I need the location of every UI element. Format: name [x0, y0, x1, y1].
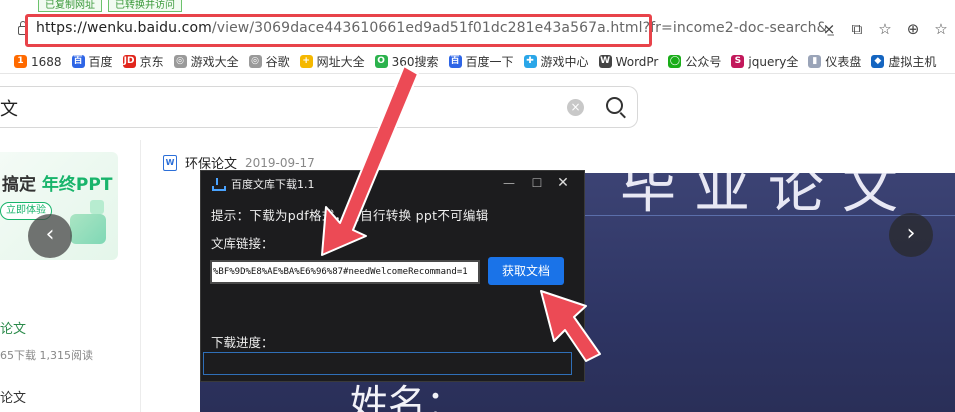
link-label: 文库链接： — [211, 236, 274, 251]
bookmark-label: 1688 — [31, 54, 62, 69]
clear-icon[interactable]: × — [567, 99, 584, 116]
hao123-icon: + — [299, 55, 313, 68]
extension-icon[interactable]: ⊕ — [905, 20, 921, 38]
downloader-window: 百度文库下载1.1 — ☐ ✕ 提示：下载为pdf格式，请自行转换 ppt不可编… — [200, 170, 585, 382]
ad-title-b: 年终PPT — [41, 175, 113, 195]
bookmark-label: WordPr — [615, 54, 659, 69]
minimize-icon[interactable]: — — [501, 175, 517, 191]
url-host: https://wenku.baidu.com — [36, 20, 212, 36]
get-document-button[interactable]: 获取文档 — [488, 257, 564, 285]
carousel-next-button[interactable]: › — [889, 213, 933, 257]
bookmark-item[interactable]: 1 1688 — [14, 55, 62, 69]
dashboard-icon: ▮ — [808, 55, 822, 68]
1688-icon: 1 — [14, 55, 27, 68]
lock-icon[interactable] — [18, 21, 27, 35]
bookmark-label: 360搜索 — [391, 55, 439, 69]
bookmark-label: 谷歌 — [265, 55, 290, 69]
bookmark-item[interactable]: + 网址大全 — [299, 53, 365, 70]
ad-decoration-small — [90, 200, 104, 214]
bookmark-item[interactable]: ◆ 虚拟主机 — [871, 53, 936, 70]
carousel-prev-button[interactable]: ‹ — [28, 214, 72, 258]
maximize-icon[interactable]: ☐ — [529, 175, 545, 191]
bookmark-label: 游戏中心 — [540, 55, 589, 69]
hint-converted: 已转换并访问 — [108, 0, 182, 12]
360-icon: O — [374, 55, 388, 68]
bookmark-item[interactable]: O 360搜索 — [374, 53, 439, 70]
downloader-hint: 提示：下载为pdf格式，请自行转换 ppt不可编辑 — [211, 208, 489, 223]
close-icon[interactable]: ✕ — [555, 175, 571, 191]
jd-icon: JD — [122, 55, 136, 68]
slide-top-text: 毕业论文 — [620, 173, 916, 221]
left-divider — [140, 140, 141, 412]
url-path: /view/3069dace443610661ed9ad51f01dc281e4… — [211, 20, 834, 36]
bookmark-item[interactable]: 百百度一下 — [448, 53, 514, 70]
link-input[interactable]: %BF%9D%E8%AE%BA%E6%96%87#needWelcomeReco… — [210, 260, 480, 284]
host-icon: ◆ — [871, 55, 885, 68]
globe-icon: ◎ — [248, 55, 262, 68]
bookmark-label: 百度 — [88, 55, 113, 69]
game-icon: ✚ — [523, 55, 537, 68]
url-field[interactable]: https://wenku.baidu.com/view/3069dace443… — [36, 20, 834, 36]
block-popup-icon[interactable]: ⨯ — [821, 20, 837, 38]
related-doc-meta-1: 65下载 1,315阅读 — [0, 349, 93, 362]
search-input[interactable]: 文 — [0, 95, 18, 121]
bookmark-item[interactable]: ◯ 公众号 — [668, 53, 721, 70]
address-bar: https://wenku.baidu.com/view/3069dace443… — [0, 12, 955, 48]
favorite-icon[interactable]: ☆ — [933, 20, 949, 38]
baidu-icon: 百 — [71, 55, 85, 68]
bookmarks-bar: 1 1688 百百度 JD 京东 ◎ 游戏大全 ◎ 谷歌 + 网址大全 O 360搜索百百度一下 ✚ 游戏中… — [0, 50, 955, 74]
bookmark-item[interactable]: ◎ 游戏大全 — [173, 53, 239, 70]
jquery-icon: S — [731, 55, 745, 68]
bookmark-label: 游戏大全 — [190, 55, 239, 69]
bookmark-item[interactable]: ✚ 游戏中心 — [523, 53, 589, 70]
downloader-title: 百度文库下载1.1 — [231, 178, 315, 191]
bookmark-label: jquery全 — [748, 55, 799, 69]
wechat-icon: ◯ — [668, 55, 682, 68]
globe-icon: ◎ — [173, 55, 187, 68]
hint-copied-url: 已复制网址 — [38, 0, 102, 12]
related-doc-link-1[interactable]: 论文 — [0, 318, 26, 337]
progress-label: 下载进度： — [211, 335, 274, 350]
ad-title-a: 搞定 — [2, 175, 36, 195]
baidu-icon: 百 — [448, 55, 462, 68]
bookmark-item[interactable]: 百百度 — [71, 53, 113, 70]
downloader-titlebar[interactable]: 百度文库下载1.1 — ☐ ✕ — [201, 171, 586, 197]
bookmark-label: 虚拟主机 — [888, 55, 937, 69]
bookmark-label: 京东 — [139, 55, 164, 69]
download-icon — [211, 178, 226, 191]
share-icon[interactable]: ⧉ — [849, 20, 865, 38]
bookmark-item[interactable]: ◎ 谷歌 — [248, 53, 290, 70]
bookmark-label: 仪表盘 — [825, 55, 862, 69]
wordpress-icon: W — [598, 55, 612, 68]
bookmark-label: 网址大全 — [316, 55, 365, 69]
download-progress-bar — [203, 352, 572, 375]
bookmark-item[interactable]: Sjquery全 — [731, 53, 798, 70]
clipboard-hint-strip: 已复制网址 已转换并访问 — [38, 0, 182, 12]
search-box[interactable]: 文 × — [0, 86, 638, 128]
bookmark-star-icon[interactable]: ☆ — [877, 20, 893, 38]
search-icon[interactable] — [606, 97, 623, 114]
ad-decoration — [70, 214, 106, 244]
bookmark-label: 公众号 — [685, 55, 722, 69]
screenshot-root: 已复制网址 已转换并访问 https://wenku.baidu.com/vie… — [0, 0, 955, 412]
word-doc-icon: W — [163, 154, 177, 171]
bookmark-label: 百度一下 — [465, 55, 514, 69]
ad-title: 搞定 年终PPT — [2, 170, 112, 195]
bookmark-item[interactable]: JD 京东 — [122, 53, 164, 70]
bookmark-item[interactable]: W WordPr — [598, 54, 659, 69]
bookmark-item[interactable]: ▮ 仪表盘 — [808, 53, 861, 70]
doc-date: 2019-09-17 — [245, 155, 315, 170]
related-doc-link-2[interactable]: 论文 — [0, 387, 26, 406]
address-bar-icons: ⨯ ⧉ ☆ ⊕ ☆ — [821, 20, 955, 38]
